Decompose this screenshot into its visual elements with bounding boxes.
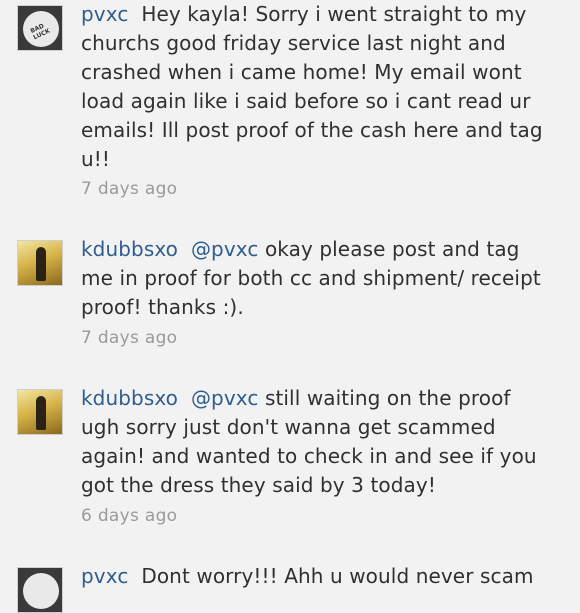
- comment-timestamp: 7 days ago: [81, 328, 178, 348]
- comment-thread: BAD LUCK pvxc Hey kayla! Sorry i went st…: [0, 0, 580, 613]
- bad-luck-logo-icon: [23, 573, 59, 609]
- dress-figure-icon: [36, 247, 46, 281]
- bad-luck-logo-icon: BAD LUCK: [23, 11, 59, 47]
- comment-username[interactable]: pvxc: [81, 564, 128, 588]
- avatar[interactable]: [17, 389, 63, 435]
- comment-username[interactable]: kdubbsxo: [81, 237, 178, 261]
- comment-mention[interactable]: @pvxc: [191, 386, 259, 410]
- comment-timestamp: 6 days ago: [81, 506, 178, 526]
- comment-body: kdubbsxo @pvxc okay please post and tag …: [81, 235, 551, 322]
- dress-figure-icon: [36, 396, 46, 430]
- avatar[interactable]: [17, 567, 63, 613]
- comment-body: pvxc Dont worry!!! Ahh u would never sca…: [81, 562, 551, 591]
- comment-body: kdubbsxo @pvxc still waiting on the proo…: [81, 384, 551, 500]
- avatar[interactable]: BAD LUCK: [17, 5, 63, 51]
- comment-text: Hey kayla! Sorry i went straight to my c…: [81, 2, 543, 171]
- comment-mention[interactable]: @pvxc: [191, 237, 259, 261]
- comment-timestamp: 7 days ago: [81, 179, 178, 199]
- comment-text: Dont worry!!! Ahh u would never scam: [141, 564, 534, 588]
- comment-username[interactable]: kdubbsxo: [81, 386, 178, 410]
- avatar[interactable]: [17, 240, 63, 286]
- comment-username[interactable]: pvxc: [81, 2, 128, 26]
- avatar-logo-text: BAD LUCK: [29, 22, 52, 42]
- comment-body: pvxc Hey kayla! Sorry i went straight to…: [81, 0, 551, 174]
